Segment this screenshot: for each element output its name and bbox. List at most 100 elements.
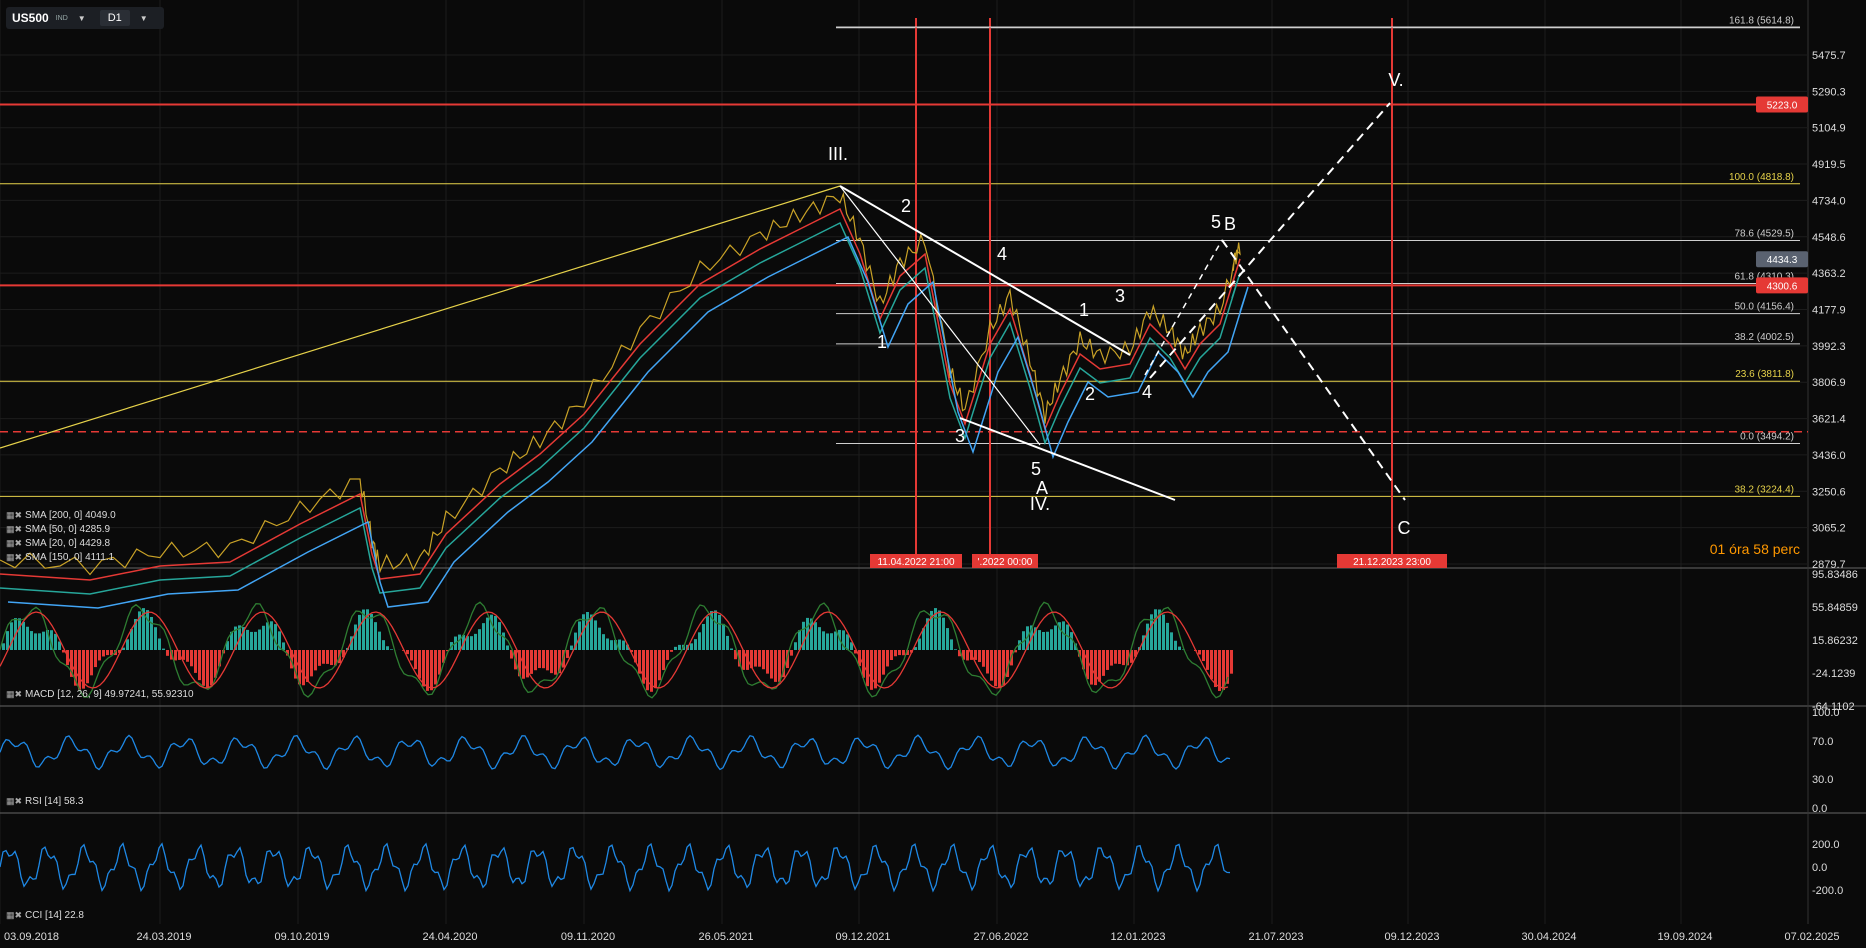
macd-histogram-bar xyxy=(942,617,945,650)
macd-histogram-bar xyxy=(418,650,421,679)
macd-histogram-bar xyxy=(826,633,829,650)
sma-20-label[interactable]: ▦✖ SMA [20, 0] 4429.8 xyxy=(6,538,110,549)
macd-histogram-bar xyxy=(430,650,433,691)
macd-histogram-bar xyxy=(994,650,997,687)
settings-icon[interactable]: ▦✖ xyxy=(6,524,22,534)
macd-histogram-bar xyxy=(190,650,193,667)
macd-histogram-bar xyxy=(506,645,509,650)
date-tick-label: 07.02.2025 xyxy=(1784,931,1839,943)
fib-level-label: 0.0 (3494.2) xyxy=(1740,432,1794,443)
macd-tick-label: 15.86232 xyxy=(1812,635,1858,647)
macd-histogram-bar xyxy=(758,650,761,667)
timeframe-select[interactable]: D1 xyxy=(99,10,130,26)
macd-histogram-bar xyxy=(302,650,305,686)
settings-icon[interactable]: ▦✖ xyxy=(6,910,22,920)
rsi-tick-label: 0.0 xyxy=(1812,803,1827,815)
macd-histogram-bar xyxy=(646,650,649,691)
price-tick-label: 3065.2 xyxy=(1812,523,1846,535)
wave-label: III. xyxy=(828,144,848,164)
macd-histogram-bar xyxy=(358,614,361,650)
macd-histogram-bar xyxy=(474,633,477,650)
symbol-name[interactable]: US500 xyxy=(12,11,49,25)
price-tick-label: 4363.2 xyxy=(1812,268,1846,280)
macd-histogram-bar xyxy=(830,633,833,650)
date-tick-label: 09.11.2020 xyxy=(561,931,615,943)
macd-histogram-bar xyxy=(730,648,733,650)
price-tag-label: 4434.3 xyxy=(1767,255,1798,266)
macd-histogram-bar xyxy=(86,650,89,684)
settings-icon[interactable]: ▦✖ xyxy=(6,552,22,562)
settings-icon[interactable]: ▦✖ xyxy=(6,796,22,806)
macd-histogram-bar xyxy=(674,646,677,650)
macd-histogram-bar xyxy=(426,650,429,691)
price-tick-label: 3250.6 xyxy=(1812,486,1846,498)
macd-histogram-bar xyxy=(106,650,109,656)
settings-icon[interactable]: ▦✖ xyxy=(6,510,22,520)
macd-histogram-bar xyxy=(954,649,957,650)
fib-level-label: 161.8 (5614.8) xyxy=(1729,16,1794,27)
cci-label[interactable]: ▦✖ CCI [14] 22.8 xyxy=(6,910,84,921)
macd-histogram-bar xyxy=(554,650,557,675)
chart-canvas[interactable]: 03.09.2018 24.03.2019 09.10.2019 24.04.2020… xyxy=(0,0,1866,948)
macd-histogram-bar xyxy=(210,650,213,686)
wave-label: 1 xyxy=(1079,300,1089,320)
date-tick-label: 27.06.2022 xyxy=(973,931,1028,943)
chevron-down-icon[interactable]: ▼ xyxy=(78,14,86,23)
wave-label: V. xyxy=(1388,70,1403,90)
macd-histogram-bar xyxy=(1094,650,1097,686)
macd-histogram-bar xyxy=(258,629,261,650)
price-tick-label: 5475.7 xyxy=(1812,50,1846,62)
macd-histogram-bar xyxy=(966,650,969,661)
macd-histogram-bar xyxy=(202,650,205,686)
macd-histogram-bar xyxy=(498,622,501,650)
macd-histogram-bar xyxy=(54,633,57,650)
settings-icon[interactable]: ▦✖ xyxy=(6,538,22,548)
macd-histogram-bar xyxy=(1214,650,1217,688)
price-tick-label: 4919.5 xyxy=(1812,159,1846,171)
macd-histogram-bar xyxy=(986,650,989,674)
macd-histogram-bar xyxy=(1202,650,1205,662)
macd-histogram-bar xyxy=(1102,650,1105,676)
macd-histogram-bar xyxy=(266,622,269,650)
macd-histogram-bar xyxy=(890,650,893,661)
macd-histogram-bar xyxy=(762,650,765,670)
cci-tick-label: 0.0 xyxy=(1812,862,1827,874)
sma-50-label[interactable]: ▦✖ SMA [50, 0] 4285.9 xyxy=(6,524,110,535)
rsi-tick-label: 70.0 xyxy=(1812,736,1833,748)
macd-histogram-bar xyxy=(470,636,473,650)
macd-histogram-bar xyxy=(818,627,821,650)
macd-histogram-bar xyxy=(530,650,533,674)
macd-histogram-bar xyxy=(778,650,781,682)
macd-histogram-bar xyxy=(846,634,849,650)
macd-histogram-bar xyxy=(174,650,177,661)
macd-histogram-bar xyxy=(78,650,81,690)
macd-histogram-bar xyxy=(1038,630,1041,650)
macd-histogram-bar xyxy=(382,640,385,650)
price-tick-label: 5104.9 xyxy=(1812,123,1846,135)
macd-histogram-bar xyxy=(486,617,489,650)
macd-label[interactable]: ▦✖ MACD [12, 26, 9] 49.97241, 55.92310 xyxy=(6,689,194,700)
macd-histogram-bar xyxy=(262,625,265,650)
macd-histogram-bar xyxy=(814,622,817,650)
macd-histogram-bar xyxy=(494,615,497,650)
rsi-label[interactable]: ▦✖ RSI [14] 58.3 xyxy=(6,796,83,807)
macd-histogram-bar xyxy=(1174,640,1177,650)
sma-200-label[interactable]: ▦✖ SMA [200, 0] 4049.0 xyxy=(6,510,116,521)
macd-histogram-bar xyxy=(6,631,9,650)
macd-histogram-bar xyxy=(770,650,773,679)
macd-histogram-bar xyxy=(1122,650,1125,666)
macd-histogram-bar xyxy=(866,650,869,687)
price-tag-label: 4300.6 xyxy=(1767,281,1798,292)
macd-histogram-bar xyxy=(98,650,101,661)
settings-icon[interactable]: ▦✖ xyxy=(6,689,22,699)
macd-histogram-bar xyxy=(370,614,373,650)
chevron-down-icon[interactable]: ▼ xyxy=(140,14,148,23)
date-tick-label: 30.04.2024 xyxy=(1521,931,1576,943)
macd-histogram-bar xyxy=(978,650,981,663)
wave-channel-lower xyxy=(959,417,1176,501)
macd-histogram-bar xyxy=(678,644,681,650)
sma-150-label[interactable]: ▦✖ SMA [150, 0] 4111.1 xyxy=(6,552,114,563)
macd-histogram-bar xyxy=(1166,622,1169,650)
macd-histogram-bar xyxy=(670,650,673,652)
macd-histogram-bar xyxy=(30,631,33,650)
